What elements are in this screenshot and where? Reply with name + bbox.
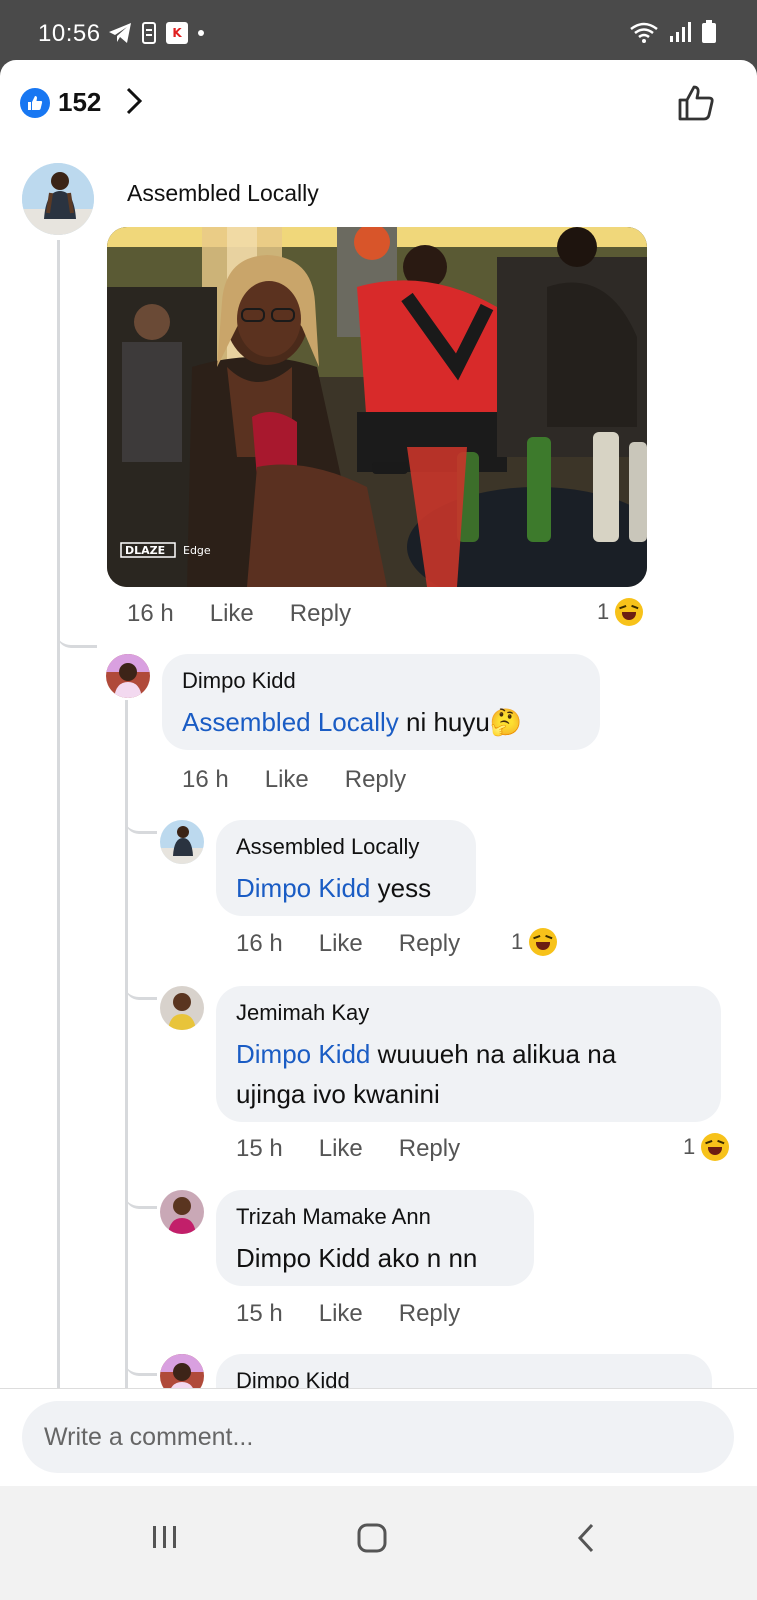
comment-composer (0, 1388, 757, 1486)
reactions-header: 152 (0, 60, 757, 145)
like-button[interactable]: Like (319, 1135, 363, 1163)
notification-icons: K (108, 22, 204, 44)
avatar[interactable] (106, 654, 150, 698)
haha-emoji-icon (701, 1133, 730, 1161)
reply-author[interactable]: Jemimah Kay (236, 1000, 369, 1026)
reaction-count[interactable]: 152 (58, 87, 101, 118)
reply-bubble: Jemimah Kay Dimpo Kidd wuuueh na alikua … (216, 986, 721, 1122)
telegram-icon (109, 23, 131, 43)
comment-author[interactable]: Assembled Locally (127, 180, 319, 207)
reaction-count: 1 (597, 599, 610, 624)
thread-connector (125, 976, 157, 1000)
avatar[interactable] (160, 820, 204, 864)
timestamp: 16 h (236, 930, 283, 957)
chevron-right-icon[interactable] (124, 86, 144, 116)
haha-emoji-icon (529, 928, 558, 956)
reply-author[interactable]: Trizah Mamake Ann (236, 1204, 431, 1230)
reply-bubble: Assembled Locally Dimpo Kidd yess (216, 820, 476, 916)
mention-link[interactable]: Assembled Locally (182, 707, 399, 737)
reply-button[interactable]: Reply (399, 1300, 460, 1328)
timestamp: 16 h (182, 766, 229, 793)
wifi-icon (630, 22, 658, 43)
thread-connector (57, 620, 97, 648)
sim-icon (142, 22, 156, 44)
comment-actions: 16 h Like Reply (127, 600, 351, 628)
like-button[interactable]: Like (319, 930, 363, 958)
mention-link[interactable]: Dimpo Kidd (236, 1039, 370, 1069)
reply-actions: 16 h Like Reply (236, 930, 460, 958)
recent-apps-icon[interactable] (150, 1522, 180, 1552)
battery-icon (702, 20, 716, 43)
thumbs-up-icon[interactable] (677, 84, 715, 122)
reply-text: Dimpo Kidd wuuueh na alikua na ujinga ivo… (236, 1039, 617, 1109)
timestamp: 15 h (236, 1135, 283, 1162)
like-button[interactable]: Like (265, 766, 309, 794)
reaction-summary[interactable]: 1 (597, 598, 644, 626)
reply-actions: 15 h Like Reply (236, 1135, 460, 1163)
reply-button[interactable]: Reply (399, 1135, 460, 1163)
system-icons (629, 20, 717, 44)
back-icon[interactable] (574, 1522, 598, 1554)
reply-thread-line (125, 700, 128, 1390)
like-button[interactable]: Like (319, 1300, 363, 1328)
home-icon[interactable] (356, 1522, 388, 1554)
thread-connector (125, 1352, 157, 1376)
thread-connector (125, 1185, 157, 1209)
reaction-count: 1 (511, 929, 524, 954)
reply-text: Assembled Locally ni huyu🤔 (182, 707, 523, 737)
reply-button[interactable]: Reply (345, 766, 406, 794)
reaction-count: 1 (683, 1134, 696, 1159)
haha-emoji-icon (615, 598, 644, 626)
system-nav-bar (0, 1486, 757, 1600)
mention-link[interactable]: Dimpo Kidd (236, 873, 370, 903)
avatar[interactable] (160, 1190, 204, 1234)
timestamp: 15 h (236, 1300, 283, 1327)
reply-text: Dimpo Kidd yess (236, 873, 432, 903)
reply-button[interactable]: Reply (399, 930, 460, 958)
reply-author[interactable]: Dimpo Kidd (182, 668, 296, 694)
comment-photo[interactable]: DLAZE Edge (107, 227, 647, 587)
thread-connector (125, 810, 157, 834)
avatar[interactable] (160, 986, 204, 1030)
timestamp: 16 h (127, 600, 174, 627)
comment-input[interactable] (22, 1401, 734, 1473)
reaction-summary[interactable]: 1 (683, 1133, 730, 1161)
comments-sheet: 152 Assembled Locally DLAZE Edge 16 h Li… (0, 60, 757, 1600)
reaction-summary[interactable]: 1 (511, 928, 558, 956)
thread-line (57, 240, 60, 1390)
reply-button[interactable]: Reply (290, 600, 351, 628)
avatar[interactable] (22, 163, 94, 235)
reply-bubble: Trizah Mamake Ann Dimpo Kidd ako n nn (216, 1190, 534, 1286)
svg-text:DLAZE: DLAZE (125, 544, 165, 557)
reply-author[interactable]: Assembled Locally (236, 834, 419, 860)
like-reaction-icon[interactable] (20, 88, 50, 118)
clock: 10:56 (38, 20, 101, 47)
status-bar: 10:56 K (0, 0, 757, 60)
like-button[interactable]: Like (210, 600, 254, 628)
reply-actions: 16 h Like Reply (182, 766, 406, 794)
reply-bubble: Dimpo Kidd Assembled Locally ni huyu🤔 (162, 654, 600, 750)
shop-icon: K (166, 22, 188, 44)
svg-text:Edge: Edge (183, 544, 211, 557)
signal-icon (670, 22, 691, 42)
reply-text: Dimpo Kidd ako n nn (236, 1243, 478, 1273)
reply-actions: 15 h Like Reply (236, 1300, 460, 1328)
dot-icon (198, 30, 204, 36)
